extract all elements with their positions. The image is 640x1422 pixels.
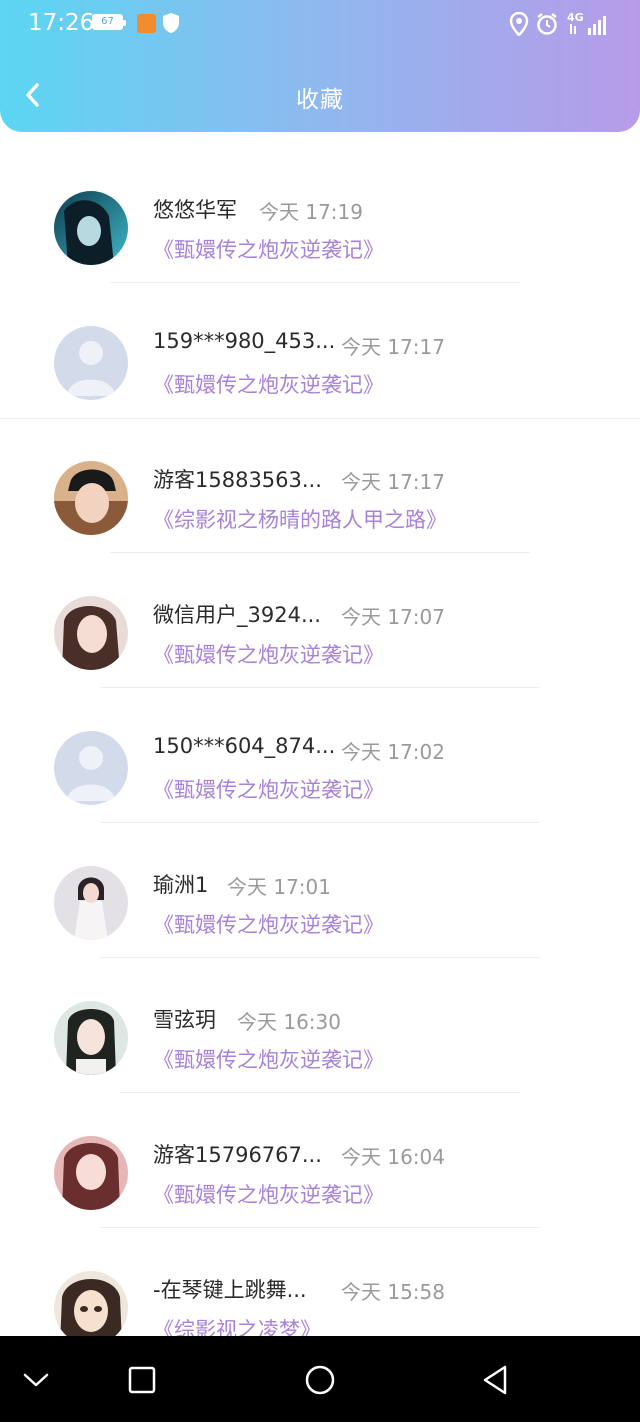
- avatar[interactable]: [54, 1136, 128, 1210]
- default-user-icon: [54, 326, 128, 400]
- book-title-link[interactable]: 《甄嬛传之炮灰逆袭记》: [153, 369, 384, 399]
- user-name: 游客15883563...: [153, 468, 322, 492]
- book-title-link[interactable]: 《甄嬛传之炮灰逆袭记》: [153, 234, 384, 264]
- user-name: 悠悠华军: [153, 198, 237, 222]
- header-bar: 17:26 67 4G 收藏: [0, 0, 640, 132]
- user-name: -在琴键上跳舞...: [153, 1278, 307, 1302]
- favorites-list[interactable]: 悠悠华军 今天 17:19 《甄嬛传之炮灰逆袭记》 159***980_453.…: [0, 150, 640, 1336]
- user-photo-icon: [54, 1136, 128, 1210]
- location-icon: [509, 12, 529, 36]
- favorite-time: 今天 17:07: [341, 605, 445, 629]
- list-item[interactable]: 雪弦玥 今天 16:30 《甄嬛传之炮灰逆袭记》: [0, 960, 640, 1094]
- avatar[interactable]: [54, 596, 128, 670]
- divider: [110, 552, 530, 553]
- divider: [110, 282, 520, 283]
- user-name: 雪弦玥: [153, 1008, 216, 1032]
- book-title-link[interactable]: 《甄嬛传之炮灰逆袭记》: [153, 909, 384, 939]
- list-item[interactable]: -在琴键上跳舞... 今天 15:58 《综影视之凌梦》: [0, 1230, 640, 1336]
- status-bar: 17:26 67 4G: [0, 0, 640, 50]
- notification-app-icon: [137, 14, 156, 33]
- page-title: 收藏: [296, 87, 344, 113]
- divider: [0, 418, 640, 419]
- avatar[interactable]: [54, 326, 128, 400]
- user-photo-icon: [54, 1271, 128, 1336]
- book-title-link[interactable]: 《综影视之凌梦》: [153, 1314, 321, 1336]
- avatar[interactable]: [54, 1271, 128, 1336]
- status-time: 17:26: [28, 10, 95, 36]
- list-item[interactable]: 150***604_874... 今天 17:02 《甄嬛传之炮灰逆袭记》: [0, 690, 640, 824]
- default-user-icon: [54, 731, 128, 805]
- favorite-time: 今天 17:17: [341, 470, 445, 494]
- user-name: 瑜洲1: [153, 873, 209, 897]
- book-title-link[interactable]: 《甄嬛传之炮灰逆袭记》: [153, 1044, 384, 1074]
- signal-icon: [570, 16, 606, 35]
- user-photo-icon: [54, 461, 128, 535]
- list-item[interactable]: 159***980_453... 今天 17:17 《甄嬛传之炮灰逆袭记》: [0, 285, 640, 419]
- battery-icon: 67: [92, 14, 126, 30]
- user-photo-icon: [54, 191, 128, 265]
- user-photo-icon: [54, 596, 128, 670]
- favorite-time: 今天 17:01: [227, 875, 331, 899]
- divider: [100, 687, 540, 688]
- book-title-link[interactable]: 《甄嬛传之炮灰逆袭记》: [153, 1179, 384, 1209]
- system-nav-bar: [0, 1336, 640, 1422]
- divider: [120, 1092, 520, 1093]
- favorite-time: 今天 17:19: [259, 200, 363, 224]
- favorite-time: 今天 16:04: [341, 1145, 445, 1169]
- list-item[interactable]: 微信用户_3924... 今天 17:07 《甄嬛传之炮灰逆袭记》: [0, 555, 640, 689]
- user-photo-icon: [54, 866, 128, 940]
- avatar[interactable]: [54, 191, 128, 265]
- user-photo-icon: [54, 1001, 128, 1075]
- alarm-icon: [537, 13, 557, 35]
- list-item[interactable]: 游客15796767... 今天 16:04 《甄嬛传之炮灰逆袭记》: [0, 1095, 640, 1229]
- avatar[interactable]: [54, 461, 128, 535]
- user-name: 159***980_453...: [153, 329, 336, 353]
- home-circle-icon[interactable]: [302, 1362, 338, 1398]
- favorite-time: 今天 16:30: [237, 1010, 341, 1034]
- user-name: 150***604_874...: [153, 734, 336, 758]
- user-name: 游客15796767...: [153, 1143, 322, 1167]
- divider: [100, 957, 540, 958]
- list-item[interactable]: 瑜洲1 今天 17:01 《甄嬛传之炮灰逆袭记》: [0, 825, 640, 959]
- divider: [100, 822, 540, 823]
- book-title-link[interactable]: 《甄嬛传之炮灰逆袭记》: [153, 774, 384, 804]
- list-item[interactable]: 悠悠华军 今天 17:19 《甄嬛传之炮灰逆袭记》: [0, 150, 640, 284]
- shield-icon: [163, 13, 179, 33]
- favorite-time: 今天 17:02: [341, 740, 445, 764]
- recent-apps-square-icon[interactable]: [124, 1362, 160, 1398]
- avatar[interactable]: [54, 1001, 128, 1075]
- book-title-link[interactable]: 《甄嬛传之炮灰逆袭记》: [153, 639, 384, 669]
- book-title-link[interactable]: 《综影视之杨晴的路人甲之路》: [153, 504, 447, 534]
- favorite-time: 今天 17:17: [341, 335, 445, 359]
- back-triangle-icon[interactable]: [478, 1362, 514, 1398]
- favorite-time: 今天 15:58: [341, 1280, 445, 1304]
- user-name: 微信用户_3924...: [153, 603, 321, 627]
- chevron-down-icon[interactable]: [18, 1362, 54, 1398]
- avatar[interactable]: [54, 866, 128, 940]
- divider: [100, 1227, 540, 1228]
- list-item[interactable]: 游客15883563... 今天 17:17 《综影视之杨晴的路人甲之路》: [0, 420, 640, 554]
- avatar[interactable]: [54, 731, 128, 805]
